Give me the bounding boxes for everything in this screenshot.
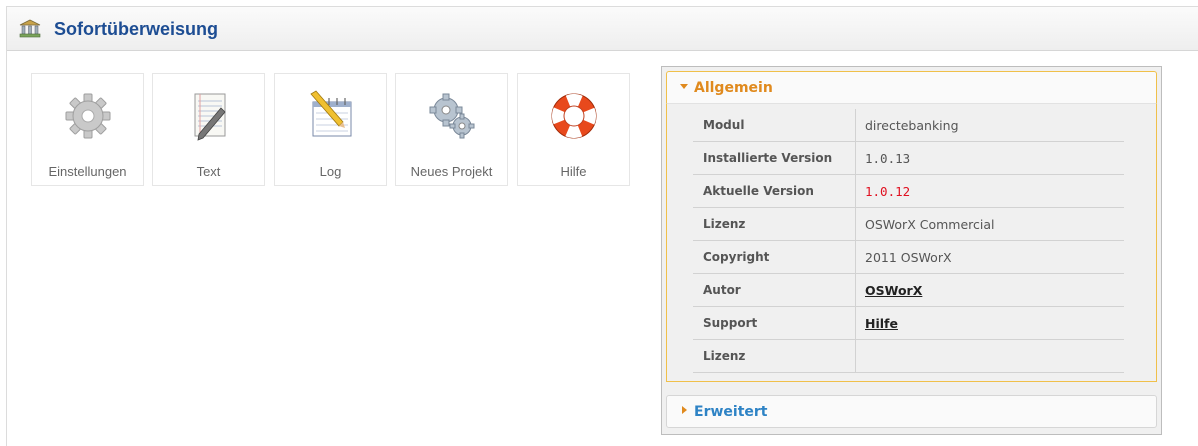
accordion-title: Allgemein <box>694 80 773 96</box>
row-value: 2011 OSWorX <box>855 240 1124 274</box>
notepad-pen-icon <box>194 93 226 141</box>
gear-icon <box>65 93 111 139</box>
accordion-erweitert[interactable]: Erweitert <box>666 395 1157 428</box>
accordion-body: Modul directebanking Installierte Versio… <box>666 104 1157 382</box>
author-link[interactable]: OSWorX <box>865 283 922 298</box>
gears-icon <box>429 93 475 139</box>
tile-label: Hilfe <box>560 164 587 179</box>
page-header: Sofortüberweisung <box>7 7 1198 51</box>
info-table: Modul directebanking Installierte Versio… <box>693 109 1124 373</box>
row-key: Autor <box>693 273 856 307</box>
table-row: Aktuelle Version 1.0.12 <box>693 174 1124 208</box>
table-row: Lizenz <box>693 339 1124 373</box>
row-value <box>855 339 1124 373</box>
row-key: Aktuelle Version <box>693 174 856 208</box>
accordion-title: Erweitert <box>694 404 768 420</box>
table-row: Support Hilfe <box>693 306 1124 340</box>
table-row: Modul directebanking <box>693 109 1124 142</box>
table-row: Copyright 2011 OSWorX <box>693 240 1124 274</box>
bank-building-icon <box>19 19 41 39</box>
lifebuoy-icon <box>551 93 597 139</box>
tile-label: Neues Projekt <box>410 164 493 179</box>
row-value: OSWorX Commercial <box>855 207 1124 241</box>
row-key: Modul <box>693 109 856 142</box>
row-key: Lizenz <box>693 339 856 373</box>
tile-neues-projekt[interactable]: Neues Projekt <box>395 73 508 186</box>
page-title: Sofortüberweisung <box>54 19 219 39</box>
tile-log[interactable]: Log <box>274 73 387 186</box>
accordion-allgemein[interactable]: Allgemein <box>666 71 1157 104</box>
info-panel: Allgemein Modul directebanking Installie… <box>661 66 1162 435</box>
row-key: Installierte Version <box>693 141 856 175</box>
chevron-right-icon <box>682 406 687 414</box>
table-row: Autor OSWorX <box>693 273 1124 307</box>
tile-label: Log <box>319 164 342 179</box>
row-key: Copyright <box>693 240 856 274</box>
row-value: 1.0.12 <box>855 174 1124 208</box>
support-link[interactable]: Hilfe <box>865 316 898 331</box>
row-value: 1.0.13 <box>855 141 1124 175</box>
chevron-down-icon <box>680 84 688 89</box>
tile-label: Einstellungen <box>48 164 127 179</box>
current-version: 1.0.12 <box>865 183 911 199</box>
row-value: directebanking <box>855 109 1124 142</box>
table-row: Installierte Version 1.0.13 <box>693 141 1124 175</box>
log-notebook-icon <box>310 90 352 137</box>
tile-hilfe[interactable]: Hilfe <box>517 73 630 186</box>
row-value: OSWorX <box>855 273 1124 307</box>
table-row: Lizenz OSWorX Commercial <box>693 207 1124 241</box>
tile-text[interactable]: Text <box>152 73 265 186</box>
row-key: Support <box>693 306 856 340</box>
tile-einstellungen[interactable]: Einstellungen <box>31 73 144 186</box>
row-value: Hilfe <box>855 306 1124 340</box>
tile-label: Text <box>196 164 221 179</box>
row-key: Lizenz <box>693 207 856 241</box>
